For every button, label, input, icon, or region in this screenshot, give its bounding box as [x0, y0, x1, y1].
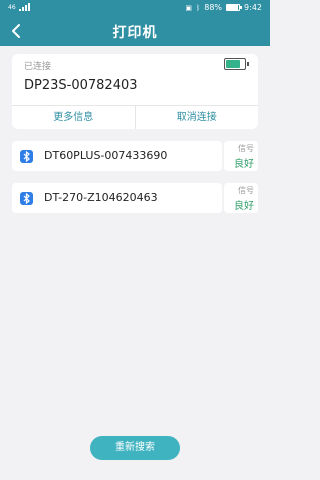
status-bar-right: ▣ ᛒ 88% 9:42	[185, 3, 262, 12]
signal-strength-icon	[18, 3, 30, 11]
more-info-button[interactable]: 更多信息	[12, 106, 136, 129]
connected-printer-card: 已连接 DP23S-00782403 更多信息 取消连接	[12, 54, 258, 129]
network-type-label: 46	[8, 3, 16, 11]
device-item-main[interactable]: DT-270-Z104620463	[12, 183, 222, 213]
printer-battery-icon	[224, 58, 249, 70]
bluetooth-icon	[20, 192, 33, 205]
signal-label: 信号	[238, 144, 254, 153]
bluetooth-icon	[20, 150, 33, 163]
disconnect-button[interactable]: 取消连接	[136, 106, 259, 129]
signal-value: 良好	[234, 201, 254, 212]
signal-box: 信号 良好	[224, 141, 258, 171]
device-name: DT-270-Z104620463	[44, 191, 158, 204]
connected-label: 已连接	[24, 62, 52, 72]
signal-box: 信号 良好	[224, 183, 258, 213]
app-bar: 打印机	[0, 16, 270, 46]
clock: 9:42	[244, 3, 262, 12]
status-bar: 46 ▣ ᛒ 88% 9:42	[0, 0, 270, 16]
device-list-item[interactable]: DT60PLUS-007433690 信号 良好	[12, 141, 258, 171]
bluetooth-status-icon: ᛒ	[196, 3, 201, 12]
status-bar-left: 46	[8, 3, 30, 11]
connected-device-name: DP23S-00782403	[24, 78, 138, 93]
device-list-item[interactable]: DT-270-Z104620463 信号 良好	[12, 183, 258, 213]
page-title: 打印机	[112, 25, 158, 41]
signal-value: 良好	[234, 159, 254, 170]
battery-percent: 88%	[204, 3, 223, 12]
nfc-icon: ▣	[185, 3, 193, 12]
device-name: DT60PLUS-007433690	[44, 149, 168, 162]
printer-battery-fill	[226, 60, 241, 68]
battery-icon	[226, 4, 243, 11]
signal-label: 信号	[238, 186, 254, 195]
rescan-button[interactable]: 重新搜索	[90, 436, 180, 460]
connected-actions: 更多信息 取消连接	[12, 105, 258, 129]
device-item-main[interactable]: DT60PLUS-007433690	[12, 141, 222, 171]
